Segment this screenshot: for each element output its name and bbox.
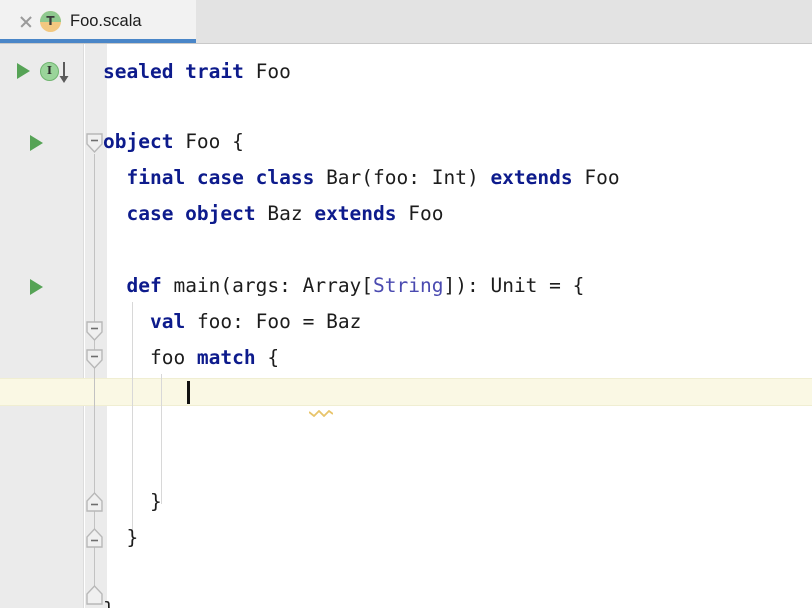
code-token: Foo bbox=[243, 60, 291, 83]
scala-trait-icon-letter: T bbox=[46, 14, 55, 28]
code-token: val bbox=[149, 310, 186, 333]
code-token: Baz bbox=[255, 202, 315, 225]
code-line-8: val foo: Foo = Baz bbox=[103, 308, 361, 336]
code-token: sealed trait bbox=[103, 60, 244, 83]
code-token: def bbox=[126, 274, 162, 297]
code-line-5: case object Baz extends Foo bbox=[103, 200, 443, 228]
code-token: match bbox=[196, 346, 256, 369]
close-icon[interactable] bbox=[16, 12, 36, 32]
code-line-13: } bbox=[103, 488, 162, 516]
code-token: } bbox=[103, 490, 162, 513]
code-token: Foo bbox=[396, 202, 444, 225]
tab-active-indicator bbox=[0, 39, 196, 43]
code-token: Foo { bbox=[173, 130, 244, 153]
code-token: main(args: Array[ bbox=[161, 274, 374, 297]
code-token: } bbox=[103, 598, 115, 608]
tab-foo-scala[interactable]: T Foo.scala bbox=[0, 0, 196, 43]
code-token: case object bbox=[126, 202, 256, 225]
code-editor[interactable]: I sealed trait Foo object Foo {final ca… bbox=[0, 44, 812, 608]
code-token: foo: Foo = Baz bbox=[185, 310, 362, 333]
code-token: Bar(foo: Int) bbox=[314, 166, 491, 189]
code-line-16: } bbox=[103, 596, 115, 608]
code-token: foo bbox=[103, 346, 197, 369]
code-line-4: final case class Bar(foo: Int) extends F… bbox=[103, 164, 620, 192]
code-token: final case class bbox=[126, 166, 315, 189]
code-token: object bbox=[103, 130, 174, 153]
code-token: String bbox=[373, 274, 444, 297]
code-token: { bbox=[255, 346, 280, 369]
code-line-3: object Foo { bbox=[103, 128, 244, 156]
code-token: extends bbox=[314, 202, 397, 225]
code-line-14: } bbox=[103, 524, 138, 552]
code-line-9: foo match { bbox=[103, 344, 279, 372]
code-line-1: sealed trait Foo bbox=[103, 58, 291, 86]
code-token: Foo bbox=[572, 166, 620, 189]
code-token: ]): Unit = { bbox=[443, 274, 585, 297]
code-token: extends bbox=[490, 166, 573, 189]
code-content[interactable]: sealed trait Foo object Foo { final case… bbox=[0, 44, 812, 608]
editor-tab-bar: T Foo.scala bbox=[0, 0, 812, 44]
code-token: } bbox=[103, 526, 139, 549]
tab-title: Foo.scala bbox=[70, 12, 142, 30]
scala-trait-icon: T bbox=[40, 11, 61, 32]
code-line-7: def main(args: Array[String]): Unit = { bbox=[103, 272, 584, 300]
